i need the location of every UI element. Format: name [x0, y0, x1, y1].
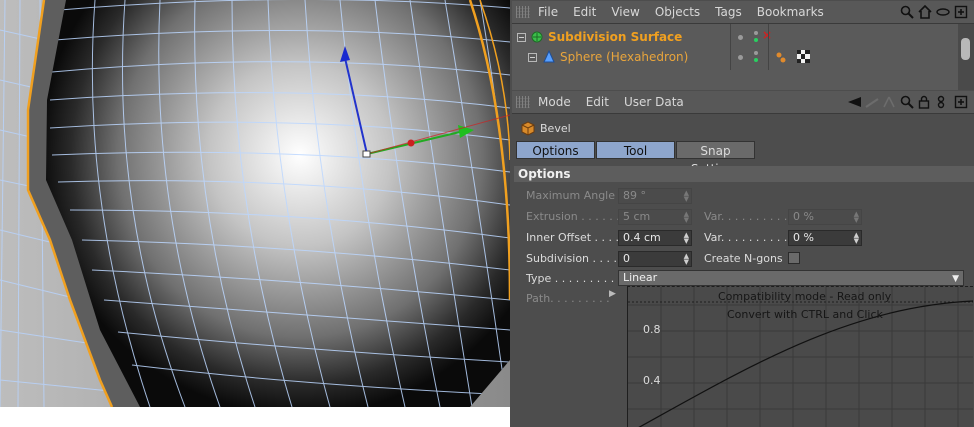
spinner-icon[interactable]: ▲ ▼: [854, 232, 859, 245]
extrusion-variation-label: Var. . . . . . . . . .: [704, 210, 788, 223]
object-row-subdivision[interactable]: Subdivision Surface ×: [512, 27, 957, 47]
tab-options[interactable]: Options: [516, 141, 595, 159]
back-arrow-icon[interactable]: [846, 95, 861, 109]
right-panels: File Edit View Objects Tags Bookmarks Su…: [510, 0, 974, 427]
inner-offset-field[interactable]: 0.4 cm ▲ ▼: [618, 230, 692, 246]
panel-grip[interactable]: [516, 96, 530, 108]
visibility-render-icon[interactable]: [754, 51, 758, 55]
tab-snap-settings[interactable]: Snap Settings: [676, 141, 755, 176]
extrusion-field: 5 cm ▲ ▼: [618, 209, 692, 225]
path-spline-graph[interactable]: Compatibility mode - Read only Convert w…: [627, 286, 973, 427]
type-label: Type . . . . . . . . . .: [526, 272, 622, 285]
spinner-icon: ▲ ▼: [683, 189, 689, 203]
viewport[interactable]: [0, 0, 510, 407]
inner-offset-variation-field[interactable]: 0 % ▲ ▼: [788, 230, 862, 246]
material-tag-icon[interactable]: [797, 50, 810, 63]
column-separator: [730, 24, 731, 70]
extrusion-variation-field: 0 % ▲ ▼: [788, 209, 862, 225]
menu-mode[interactable]: Mode: [538, 95, 571, 109]
extrusion-label: Extrusion . . . . . .: [526, 210, 620, 223]
panel-grip[interactable]: [516, 6, 530, 18]
subdivision-icon: [531, 31, 543, 43]
enabled-icon[interactable]: [754, 58, 758, 62]
object-manager-menubar: File Edit View Objects Tags Bookmarks: [512, 1, 974, 24]
tree-toggle-icon[interactable]: [528, 53, 537, 62]
bevel-icon: [521, 121, 535, 136]
tool-name: Bevel: [540, 122, 571, 135]
menu-edit[interactable]: Edit: [586, 95, 609, 109]
object-name[interactable]: Subdivision Surface: [548, 30, 682, 44]
menu-user-data[interactable]: User Data: [624, 95, 684, 109]
enabled-icon[interactable]: [754, 38, 758, 42]
object-name[interactable]: Sphere (Hexahedron): [560, 50, 688, 64]
column-separator: [768, 24, 769, 70]
lock-icon[interactable]: [918, 95, 932, 109]
link-icon[interactable]: [936, 95, 950, 109]
object-row-sphere[interactable]: Sphere (Hexahedron): [512, 47, 957, 67]
compatibility-message: Compatibility mode - Read only: [718, 290, 892, 303]
gizmo-center[interactable]: [362, 150, 371, 158]
search-icon[interactable]: [900, 95, 914, 109]
spinner-icon[interactable]: ▲ ▼: [684, 253, 689, 266]
menu-edit[interactable]: Edit: [573, 5, 596, 19]
phong-tag-icon[interactable]: [775, 51, 787, 63]
tree-toggle-icon[interactable]: [517, 33, 526, 42]
up-arrow-icon[interactable]: [882, 95, 896, 109]
section-header-options[interactable]: Options: [514, 166, 974, 182]
sphere-icon: [543, 50, 555, 63]
menu-objects[interactable]: Objects: [655, 5, 700, 19]
visibility-render-icon[interactable]: [754, 31, 758, 35]
visibility-editor-icon[interactable]: [738, 35, 743, 40]
subdivision-label: Subdivision . . . .: [526, 252, 618, 265]
subdivision-field[interactable]: 0 ▲ ▼: [618, 251, 692, 267]
chevron-down-icon: ▼: [952, 274, 959, 284]
object-list-scrollbar[interactable]: [958, 24, 974, 90]
tab-tool[interactable]: Tool: [596, 141, 675, 159]
home-icon[interactable]: [918, 5, 932, 19]
inner-offset-label: Inner Offset . . . .: [526, 231, 619, 244]
eye-icon[interactable]: [936, 5, 950, 19]
visibility-editor-icon[interactable]: [738, 55, 743, 60]
maximum-angle-label: Maximum Angle: [526, 189, 615, 202]
path-label: Path. . . . . . . . .: [526, 292, 610, 305]
graph-tick-label: 0.8: [643, 323, 661, 336]
menu-view[interactable]: View: [611, 5, 639, 19]
graph-tick-label: 0.4: [643, 374, 661, 387]
maximum-angle-field: 89 ° ▲ ▼: [618, 188, 692, 204]
viewport-canvas[interactable]: [0, 0, 510, 407]
attributes-menubar: Mode Edit User Data: [512, 91, 974, 114]
menu-file[interactable]: File: [538, 5, 558, 19]
menu-tags[interactable]: Tags: [715, 5, 742, 19]
spinner-icon[interactable]: ▲ ▼: [684, 232, 689, 245]
inner-offset-variation-label: Var. . . . . . . . . .: [704, 231, 788, 244]
menu-bookmarks[interactable]: Bookmarks: [757, 5, 824, 19]
attribute-manager: Bevel Options Tool Snap Settings Options…: [512, 114, 974, 427]
path-expand-arrow-icon[interactable]: ▶: [609, 289, 616, 299]
scrollbar-thumb[interactable]: [961, 38, 970, 60]
create-ngons-label: Create N-gons: [704, 252, 783, 265]
z-axis-handle[interactable]: [407, 139, 415, 147]
type-select[interactable]: Linear ▼: [618, 270, 964, 286]
forward-arrow-icon[interactable]: [864, 95, 879, 109]
object-list: Subdivision Surface × Sphere (Hexahedron…: [512, 24, 974, 90]
create-ngons-checkbox[interactable]: [788, 252, 800, 264]
spinner-icon: ▲ ▼: [683, 210, 689, 224]
spinner-icon: ▲ ▼: [853, 210, 859, 224]
convert-hint-message: Convert with CTRL and Click: [727, 308, 883, 321]
new-window-icon[interactable]: [954, 5, 968, 19]
new-window-icon[interactable]: [954, 95, 968, 109]
search-icon[interactable]: [900, 5, 914, 19]
